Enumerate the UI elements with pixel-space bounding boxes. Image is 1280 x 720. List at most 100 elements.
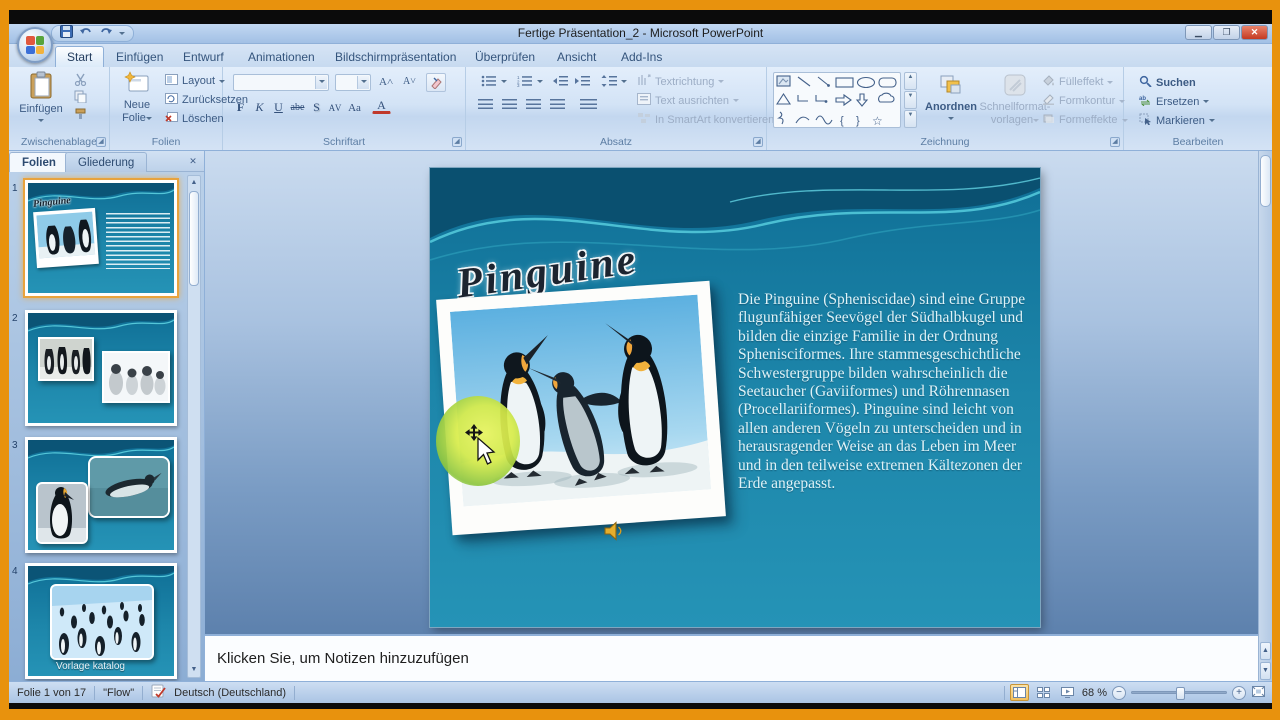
panel-scrollbar-thumb[interactable]	[189, 191, 199, 286]
delete-slide-button[interactable]: Löschen	[162, 111, 227, 127]
zoom-slider-thumb[interactable]	[1176, 687, 1185, 700]
columns-button[interactable]	[580, 99, 597, 110]
normal-view-button[interactable]	[1010, 684, 1029, 701]
zoom-percentage[interactable]: 68 %	[1082, 687, 1107, 699]
shapes-gallery[interactable]: { } ☆	[773, 72, 901, 128]
close-button[interactable]: ✕	[1241, 25, 1268, 40]
language-indicator[interactable]: Deutsch (Deutschland)	[174, 687, 286, 699]
tab-entwurf[interactable]: Entwurf	[172, 46, 235, 67]
font-name-combo[interactable]	[233, 74, 329, 91]
paste-dropdown-icon[interactable]	[38, 119, 44, 125]
align-right-button[interactable]	[526, 99, 541, 110]
tab-ueberpruefen[interactable]: Überprüfen	[464, 46, 546, 67]
shape-fill-button[interactable]: Fülleffekt	[1039, 74, 1116, 90]
shapes-more-icon[interactable]: ▼	[904, 110, 917, 128]
minimize-button[interactable]: ▁	[1185, 25, 1212, 40]
shape-effects-button[interactable]: Formeffekte	[1039, 112, 1131, 128]
numbering-button[interactable]: 123	[514, 74, 546, 88]
shapes-scroll-down-icon[interactable]: ▼	[904, 91, 917, 109]
maximize-button[interactable]: ❐	[1213, 25, 1240, 40]
slide-3-thumbnail[interactable]	[25, 437, 177, 553]
cut-button[interactable]	[71, 72, 90, 87]
font-dialog-launcher-icon[interactable]: ◢	[452, 137, 462, 147]
slide-2-thumbnail[interactable]	[25, 310, 177, 426]
zoom-slider[interactable]	[1131, 691, 1227, 694]
font-name-dropdown-icon[interactable]	[315, 76, 327, 89]
slide-4-thumbnail[interactable]: Vorlage katalog	[25, 563, 177, 679]
office-button[interactable]	[17, 27, 53, 63]
spellcheck-icon[interactable]	[151, 684, 166, 701]
panel-scroll-down-icon[interactable]: ▼	[189, 664, 199, 676]
zoom-in-button[interactable]: +	[1232, 686, 1246, 700]
grow-font-button[interactable]: A˄	[376, 75, 396, 89]
slide-canvas[interactable]: Pinguine	[430, 168, 1040, 627]
italic-button[interactable]: K	[250, 98, 269, 117]
tab-animationen[interactable]: Animationen	[237, 46, 326, 67]
change-case-button[interactable]: Aa	[345, 98, 364, 117]
bullets-button[interactable]	[478, 74, 510, 88]
bold-button[interactable]: F	[231, 98, 250, 117]
next-slide-button[interactable]: ▼▼	[1260, 662, 1271, 680]
align-center-button[interactable]	[502, 99, 517, 110]
panel-scrollbar[interactable]: ▲ ▼	[187, 175, 201, 678]
new-slide-button[interactable]: Neue Folie	[116, 71, 158, 125]
select-button[interactable]: Markieren	[1136, 112, 1218, 129]
theme-name[interactable]: "Flow"	[103, 687, 134, 699]
shrink-font-button[interactable]: A˅	[400, 75, 419, 88]
zoom-out-button[interactable]: −	[1112, 686, 1126, 700]
new-slide-dropdown-icon[interactable]	[146, 117, 152, 123]
tab-start[interactable]: Start	[55, 46, 104, 67]
arrange-button[interactable]: Anordnen	[923, 73, 979, 123]
underline-button[interactable]: U	[269, 98, 288, 117]
slide-counter[interactable]: Folie 1 von 17	[17, 687, 86, 699]
format-painter-button[interactable]	[71, 106, 90, 121]
justify-button[interactable]	[550, 99, 565, 110]
scrollbar-thumb[interactable]	[1260, 155, 1271, 207]
text-direction-button[interactable]: Textrichtung	[634, 73, 727, 90]
vertical-scrollbar[interactable]: ▲▲ ▼▼	[1258, 151, 1272, 681]
convert-smartart-button[interactable]: In SmartArt konvertieren	[634, 111, 787, 128]
arrange-dropdown-icon[interactable]	[948, 117, 954, 123]
find-button[interactable]: Suchen	[1136, 74, 1199, 91]
character-spacing-button[interactable]: AV	[326, 98, 345, 117]
layout-icon	[165, 74, 178, 88]
line-spacing-button[interactable]	[598, 74, 630, 88]
slideshow-view-button[interactable]	[1058, 684, 1077, 701]
font-color-button[interactable]: A	[372, 98, 391, 114]
slide-1-thumbnail[interactable]: Pinguine	[25, 180, 177, 296]
slide-sorter-view-button[interactable]	[1034, 684, 1053, 701]
strikethrough-button[interactable]: abe	[288, 98, 307, 117]
notes-pane[interactable]: Klicken Sie, um Notizen hinzuzufügen	[205, 634, 1258, 681]
fit-to-window-button[interactable]	[1251, 685, 1266, 701]
clipboard-dialog-launcher-icon[interactable]: ◢	[96, 137, 106, 147]
font-size-dropdown-icon[interactable]	[357, 76, 369, 89]
decrease-indent-button[interactable]	[550, 74, 571, 88]
shapes-scrollbar[interactable]: ▲ ▼ ▼	[904, 72, 917, 128]
tab-ansicht[interactable]: Ansicht	[546, 46, 607, 67]
layout-button[interactable]: Layout	[162, 73, 228, 89]
panel-close-icon[interactable]: ✕	[186, 155, 200, 168]
clear-formatting-button[interactable]	[426, 73, 446, 92]
audio-speaker-icon[interactable]	[602, 520, 624, 547]
tab-bildschirmpraesentation[interactable]: Bildschirmpräsentation	[324, 46, 467, 67]
font-size-combo[interactable]	[335, 74, 371, 91]
copy-button[interactable]	[71, 89, 90, 104]
slide-body-text[interactable]: Die Pinguine (Spheniscidae) sind eine Gr…	[738, 291, 1038, 493]
panel-scroll-up-icon[interactable]: ▲	[189, 177, 199, 189]
paste-button[interactable]: Einfügen	[19, 71, 63, 125]
align-text-button[interactable]: Text ausrichten	[634, 92, 742, 109]
shape-outline-button[interactable]: Formkontur	[1039, 93, 1128, 109]
tab-einfuegen[interactable]: Einfügen	[105, 46, 174, 67]
tab-addins[interactable]: Add-Ins	[610, 46, 673, 67]
drawing-dialog-launcher-icon[interactable]: ◢	[1110, 137, 1120, 147]
text-shadow-button[interactable]: S	[307, 98, 326, 117]
previous-slide-button[interactable]: ▲▲	[1260, 642, 1271, 660]
notes-placeholder[interactable]: Klicken Sie, um Notizen hinzuzufügen	[217, 650, 469, 667]
panel-tab-folien[interactable]: Folien	[9, 152, 69, 172]
shapes-scroll-up-icon[interactable]: ▲	[904, 72, 917, 90]
paragraph-dialog-launcher-icon[interactable]: ◢	[753, 137, 763, 147]
panel-tab-gliederung[interactable]: Gliederung	[65, 152, 147, 172]
replace-button[interactable]: ab Ersetzen	[1136, 93, 1212, 110]
align-left-button[interactable]	[478, 99, 493, 110]
increase-indent-button[interactable]	[572, 74, 593, 88]
